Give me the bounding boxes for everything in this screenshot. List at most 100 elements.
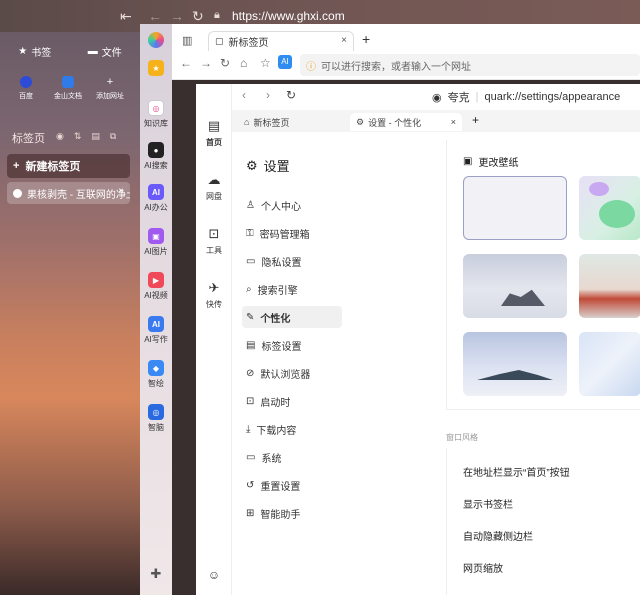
browser-chrome: ▥ ▢ 新标签页 × + ← → ↻ ⌂ ☆ AI ⓘ 可以进行搜索，或者输入一… xyxy=(172,24,640,80)
app-ai-office[interactable]: AI AI办公 xyxy=(140,184,172,213)
bookmarks-link[interactable]: ★ 书签 xyxy=(18,44,51,59)
close-tab-icon[interactable]: × xyxy=(451,117,456,127)
app-logo[interactable] xyxy=(140,32,172,48)
close-tab-icon[interactable]: × xyxy=(341,35,347,46)
menu-default-browser[interactable]: ⊘ 默认浏览器 xyxy=(242,362,342,384)
startup-icon: ⊡ xyxy=(246,395,255,407)
ai-icon[interactable]: AI xyxy=(278,55,292,69)
menu-passwords[interactable]: ⚿ 密码管理箱 xyxy=(242,222,342,244)
reload-icon[interactable]: ↻ xyxy=(220,56,230,70)
forward-icon[interactable]: › xyxy=(266,88,270,102)
sidebar-tab-ghxi[interactable]: 果核剥壳 - 互联网的净土 × xyxy=(7,182,130,204)
send-icon: ✈ xyxy=(208,280,220,295)
wallpaper-option-abstract[interactable] xyxy=(579,176,640,240)
image-icon: ▣ xyxy=(463,156,473,167)
wallpaper-option-red-mountain[interactable] xyxy=(579,254,640,318)
privacy-icon: ▭ xyxy=(246,255,256,267)
sidebar-top-links: ★ 书签 ▬ 文件 xyxy=(0,44,140,59)
favorites-button[interactable]: ★ xyxy=(140,60,172,76)
baidu-icon xyxy=(20,76,32,88)
add-site-button[interactable]: + 添加网址 xyxy=(92,76,128,101)
inner-tab-settings[interactable]: ⚙ 设置 - 个性化 × xyxy=(350,113,462,131)
menu-reset[interactable]: ↺ 重置设置 xyxy=(242,474,342,496)
forward-icon[interactable]: → xyxy=(200,56,212,70)
app-zhihui[interactable]: ◆ 智绘 xyxy=(140,360,172,389)
nav-cloud[interactable]: ☁ 网盘 xyxy=(196,172,232,202)
reload-icon[interactable]: ↻ xyxy=(286,88,296,102)
knowledge-base-icon: ◎ xyxy=(148,100,164,116)
reset-icon: ↺ xyxy=(246,479,255,491)
home-icon[interactable]: ⌂ xyxy=(240,56,247,70)
menu-assistant[interactable]: ⊞ 智能助手 xyxy=(242,502,342,524)
back-icon[interactable]: ← xyxy=(180,56,192,70)
option-show-bookmarks-bar[interactable]: 显示书签栏 xyxy=(463,496,513,511)
nav-transfer[interactable]: ✈ 快传 xyxy=(196,280,232,310)
star-icon: ★ xyxy=(148,60,164,76)
menu-startup[interactable]: ⊡ 启动时 xyxy=(242,390,342,412)
ai-image-icon: ▣ xyxy=(148,228,164,244)
download-icon: ⤓ xyxy=(246,423,251,435)
zhinao-icon: ◎ xyxy=(148,404,164,420)
app-ai-video[interactable]: ▶ AI视频 xyxy=(140,272,172,301)
menu-system[interactable]: ▭ 系统 xyxy=(242,446,342,468)
wallpaper-shape xyxy=(599,200,635,228)
bookmark-star-icon[interactable]: ☆ xyxy=(260,56,271,70)
puzzle-icon: ✚ xyxy=(150,566,162,581)
app-ai-image[interactable]: ▣ AI图片 xyxy=(140,228,172,257)
wallpaper-title: ▣ 更改壁纸 xyxy=(463,156,519,169)
back-icon[interactable]: ← xyxy=(148,8,162,24)
left-sidebar: ★ 书签 ▬ 文件 百度 金山文档 + 添加网址 标签页 ◉⇅▤⧉ + 新建标签页 … xyxy=(0,32,140,595)
key-icon: ⚿ xyxy=(246,227,254,239)
new-tab-button[interactable]: + 新建标签页 xyxy=(7,154,130,178)
menu-tabs[interactable]: ▤ 标签设置 xyxy=(242,334,342,356)
app-ai-search[interactable]: ● AI搜索 xyxy=(140,142,172,171)
quick-link-kdocs[interactable]: 金山文档 xyxy=(50,76,86,101)
collapse-sidebar-icon[interactable]: ⇤ xyxy=(120,8,132,25)
divider: | xyxy=(475,91,479,103)
close-tab-icon[interactable]: × xyxy=(118,186,124,197)
menu-privacy[interactable]: ▭ 隐私设置 xyxy=(242,250,342,272)
tab-new-tab[interactable]: ▢ 新标签页 × xyxy=(208,31,354,51)
reload-icon[interactable]: ↻ xyxy=(192,8,204,25)
forward-icon[interactable]: → xyxy=(170,8,184,24)
wallpaper-option-wave[interactable] xyxy=(579,332,640,396)
inner-tab-strip: ⌂ 新标签页 ⚙ 设置 - 个性化 × + xyxy=(232,110,640,132)
nav-tools[interactable]: ⊡ 工具 xyxy=(196,226,232,256)
ai-search-icon: ● xyxy=(148,142,164,158)
app-zhinao[interactable]: ◎ 智脑 xyxy=(140,404,172,433)
wallpaper-panel: ▣ 更改壁纸 xyxy=(446,140,640,410)
account-button[interactable]: ☺ xyxy=(196,568,232,582)
ai-writing-icon: AI xyxy=(148,316,164,332)
menu-downloads[interactable]: ⤓ 下载内容 xyxy=(242,418,342,440)
quick-link-baidu[interactable]: 百度 xyxy=(8,76,44,101)
wallpaper-option-mountain[interactable] xyxy=(463,254,567,318)
new-tab-plus-icon[interactable]: + xyxy=(472,113,479,127)
star-icon: ★ xyxy=(18,46,28,57)
mountain-shape xyxy=(501,289,545,306)
back-icon[interactable]: ‹ xyxy=(242,88,246,102)
option-page-zoom[interactable]: 网页缩放 xyxy=(463,560,503,575)
new-tab-plus-icon[interactable]: + xyxy=(362,31,370,47)
inner-tab-newtab[interactable]: ⌂ 新标签页 xyxy=(238,113,289,131)
outer-url[interactable]: https://www.ghxi.com xyxy=(232,9,345,23)
files-link[interactable]: ▬ 文件 xyxy=(88,44,122,59)
inner-address-bar[interactable]: ◉ 夸克 | quark://settings/appearance xyxy=(432,88,640,106)
settings-icon: ⚙ xyxy=(246,157,258,173)
wallpaper-option-island[interactable] xyxy=(463,332,567,396)
menu-personalize[interactable]: ✎ 个性化 xyxy=(242,306,342,328)
address-bar[interactable]: ⓘ 可以进行搜索，或者输入一个网址 xyxy=(300,54,640,76)
app-zhishiku[interactable]: ◎ 知识库 xyxy=(140,100,172,129)
nav-home[interactable]: ▤ 首页 xyxy=(196,118,232,148)
avatar-icon: ☺ xyxy=(207,568,221,582)
menu-profile[interactable]: ♙ 个人中心 xyxy=(242,194,342,216)
home-icon: ▤ xyxy=(207,118,221,133)
wallpaper-option-plain[interactable] xyxy=(463,176,567,240)
engine-icon: ◉ xyxy=(432,91,442,104)
sidebar-toggle-icon[interactable]: ▥ xyxy=(182,34,192,47)
menu-search-engine[interactable]: ⌕ 搜索引擎 xyxy=(242,278,342,300)
option-auto-hide-sidebar[interactable]: 自动隐藏侧边栏 xyxy=(463,528,533,543)
app-ai-writing[interactable]: AI AI写作 xyxy=(140,316,172,345)
tabs-toolbar-icons[interactable]: ◉⇅▤⧉ xyxy=(56,131,126,142)
option-show-home-button[interactable]: 在地址栏显示“首页”按钮 xyxy=(463,464,570,479)
extensions-button[interactable]: ✚ xyxy=(140,566,172,582)
